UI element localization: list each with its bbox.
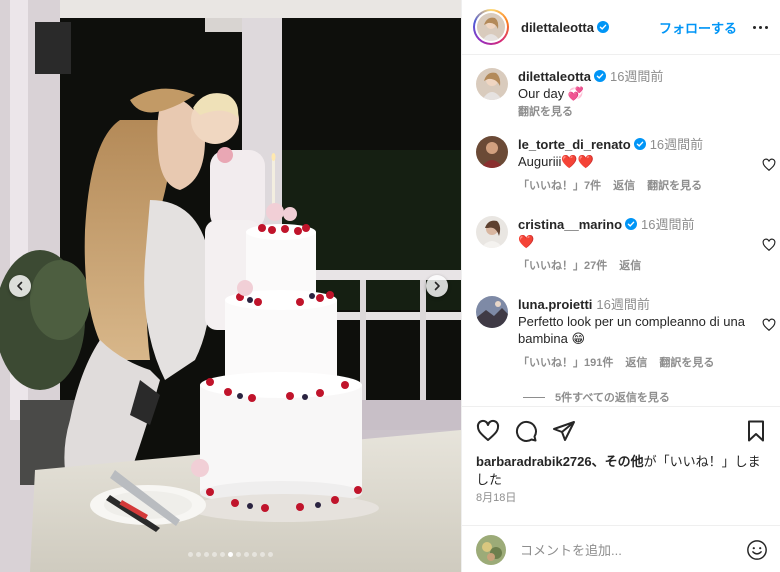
comment-heart-icon[interactable] [762,318,776,332]
add-comment-bar: コメントを追加... [462,525,780,572]
comment-heart-icon[interactable] [762,238,776,252]
previous-photo-button[interactable] [9,275,31,297]
caption: dilettaleotta 16週間前 Our day 💞 翻訳を見る [476,68,776,121]
verified-badge-icon [625,218,638,230]
view-replies-button[interactable]: 5件すべての返信を見る [523,389,670,405]
follow-button[interactable]: フォローする [659,18,737,37]
comment-item: le_torte_di_renato 16週間前 Auguriii❤️❤️ 「いい… [476,136,776,195]
author-avatar[interactable] [477,13,505,41]
carousel-dot [204,552,209,557]
story-ring[interactable] [473,9,509,45]
comment-time: 16週間前 [649,137,704,152]
post-side-panel: dilettaleotta フォローする dilettaleotta 16週間前 … [461,0,780,572]
comment-username[interactable]: le_torte_di_renato [518,137,631,152]
carousel-dot [252,552,257,557]
comment-text: Auguriii❤️❤️ [518,154,594,169]
next-photo-button[interactable] [426,275,448,297]
likes-others-link[interactable]: 、その他 [592,454,644,469]
comment-text: ❤️ [518,234,535,249]
post-photo[interactable] [0,0,461,572]
caption-avatar[interactable] [476,68,508,100]
commenter-avatar[interactable] [476,216,508,248]
carousel-dot [260,552,265,557]
comment-like-count[interactable]: 「いいね！」27件 [518,258,607,275]
caption-text: Our day 💞 [518,86,585,101]
carousel-dot [220,552,225,557]
replies-divider [523,396,545,398]
comment-item: cristina__marino 16週間前 ❤️ 「いいね！」27件 返信 [476,216,776,275]
carousel-indicator [0,552,461,557]
comment-time: 16週間前 [596,297,650,312]
caption-translate-link[interactable]: 翻訳を見る [518,104,776,121]
chevron-left-icon [17,281,23,291]
commenter-avatar[interactable] [476,136,508,168]
view-replies-label: 5件すべての返信を見る [555,392,670,404]
smiley-icon[interactable] [746,539,768,561]
comment-bubble-icon[interactable] [514,419,538,443]
action-icons [476,419,768,445]
comment-reply-button[interactable]: 返信 [619,258,641,275]
carousel-dot [188,552,193,557]
more-options-button[interactable] [753,25,768,29]
comment-like-count[interactable]: 「いいね！」7件 [518,178,601,195]
carousel-dot [236,552,241,557]
commenter-avatar[interactable] [476,296,508,328]
comment-like-count[interactable]: 「いいね！」191件 [518,355,613,372]
heart-icon[interactable] [476,419,500,443]
viewer-avatar [476,534,506,565]
author-username[interactable]: dilettaleotta [521,20,594,35]
comment-reply-button[interactable]: 返信 [613,178,635,195]
comment-input[interactable]: コメントを追加... [520,540,746,559]
post-actions: barbaradrabik2726、その他が「いいね！」しました 8月18日 コ… [462,406,780,572]
bookmark-icon[interactable] [744,419,768,443]
carousel-dot [228,552,233,557]
comment-reply-button[interactable]: 返信 [625,355,647,372]
paper-plane-icon[interactable] [552,419,576,443]
post-header: dilettaleotta フォローする [462,0,780,55]
chevron-right-icon [434,281,440,291]
post-date[interactable]: 8月18日 [476,489,516,505]
liker-username[interactable]: barbaradrabik2726 [476,454,592,469]
comment-translate-link[interactable]: 翻訳を見る [659,355,714,372]
comment-text: Perfetto look per un compleanno di una b… [518,314,745,346]
post-image [0,0,461,572]
comment-item: luna.proietti 16週間前 Perfetto look per un … [476,296,776,372]
carousel-dot [244,552,249,557]
carousel-dot [196,552,201,557]
carousel-dot [268,552,273,557]
comment-username[interactable]: cristina__marino [518,217,622,232]
verified-badge-icon [596,21,609,33]
comments-list[interactable]: dilettaleotta 16週間前 Our day 💞 翻訳を見る le_to… [462,56,780,406]
caption-username[interactable]: dilettaleotta [518,69,591,84]
comment-time: 16週間前 [641,217,695,232]
carousel-dot [212,552,217,557]
comment-translate-link[interactable]: 翻訳を見る [647,178,702,195]
comment-heart-icon[interactable] [762,158,776,172]
more-dots-icon [753,25,756,29]
likes-summary: barbaradrabik2726、その他が「いいね！」しました [476,453,768,489]
verified-badge-icon [633,138,646,150]
verified-badge-icon [593,70,606,82]
comment-username[interactable]: luna.proietti [518,297,592,312]
caption-time: 16週間前 [609,69,664,84]
